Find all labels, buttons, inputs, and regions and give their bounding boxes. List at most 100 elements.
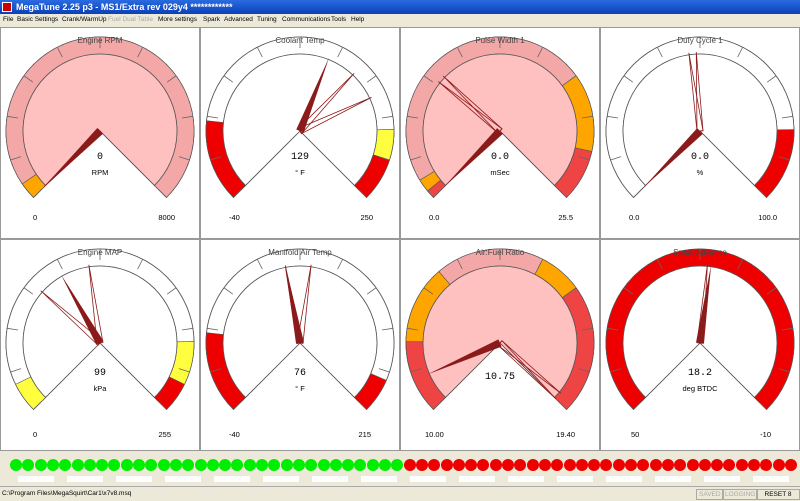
led-red [563, 459, 576, 471]
menu-tuning[interactable]: Tuning [257, 14, 277, 25]
led-red [440, 459, 453, 471]
led-green [292, 459, 305, 471]
led-label-slot [214, 476, 250, 482]
status-bar: C:\Program Files\MegaSquirt\Car1\x7v8.ms… [0, 486, 800, 501]
tune-file-path: C:\Program Files\MegaSquirt\Car1\x7v8.ms… [2, 490, 132, 497]
led-label-slot [361, 476, 397, 482]
app-icon [2, 2, 12, 12]
led-red [588, 459, 601, 471]
led-green [280, 459, 293, 471]
led-green [120, 459, 133, 471]
gauge-dial [205, 248, 395, 411]
led-green [22, 459, 35, 471]
title-bar: MegaTune 2.25 p3 - MS1/Extra rev 029y4 *… [0, 0, 800, 14]
gauge-max-label: 25.5 [558, 213, 573, 222]
gauge-dial [205, 36, 395, 199]
led-label-slot [606, 476, 642, 482]
gauge-dial [5, 248, 195, 411]
led-green [354, 459, 367, 471]
gauge-min-label: 0.0 [429, 213, 440, 222]
led-red [784, 459, 797, 471]
gauge-unit: ° F [295, 384, 305, 393]
led-green [169, 459, 182, 471]
gauge-value: 0 [96, 152, 103, 163]
led-red [502, 459, 514, 471]
gauge-coolant-temp: Coolant Temp 129 ° F -40 250 [200, 27, 400, 239]
led-green [145, 459, 158, 471]
gauge-title: Engine MAP [77, 248, 123, 257]
led-red [723, 459, 736, 471]
menu-tools[interactable]: Tools [331, 14, 346, 25]
gauge-unit: % [696, 168, 704, 177]
gauge-unit: RPM [91, 168, 109, 177]
gauge-max-label: 19.40 [556, 430, 575, 439]
led-red [489, 459, 502, 471]
gauge-title: Spark Advance [673, 248, 727, 257]
led-green [329, 459, 342, 471]
gauge-value: 18.2 [687, 368, 712, 379]
gauge-spark-advance: Spark Advance 18.2 deg BTDC 50 -10 [600, 239, 800, 451]
gauge-value: 10.75 [484, 372, 515, 383]
led-green [231, 459, 244, 471]
led-red [551, 459, 564, 471]
gauge-max-label: 215 [358, 430, 371, 439]
led-red [760, 459, 773, 471]
led-label-slot [704, 476, 740, 482]
gauge-max-label: 250 [360, 213, 373, 222]
menu-fuel-dual-table[interactable]: Fuel Dual Table [108, 14, 153, 25]
gauge-engine-map: Engine MAP 99 kPa 0 255 [0, 239, 200, 451]
led-red [649, 459, 662, 471]
led-green [71, 459, 84, 471]
gauge-duty-cycle-1: Duty Cycle 1 0.0 % 0.0 100.0 [600, 27, 800, 239]
gauge-max-label: 8000 [158, 213, 175, 222]
gauge-pulse-width-1: Pulse Width 1 0.0 mSec 0.0 25.5 [400, 27, 600, 239]
gauge-value: 0.0 [690, 152, 709, 163]
gauge-unit: deg BTDC [682, 384, 718, 393]
gauge-value: 0.0 [490, 152, 509, 163]
led-label-slot [459, 476, 495, 482]
gauge-unit: mSec [490, 168, 510, 177]
gauge-dial [5, 36, 195, 199]
led-green [83, 459, 96, 471]
gauge-title: Pulse Width 1 [475, 36, 525, 45]
led-green [34, 459, 47, 471]
gauge-value: 99 [93, 368, 106, 379]
led-green [133, 459, 145, 471]
led-green [10, 459, 22, 471]
gauge-min-label: 0 [33, 213, 38, 222]
led-label-slot [557, 476, 593, 482]
gauge-min-label: -40 [229, 430, 240, 439]
gauge-min-label: 0.0 [629, 213, 640, 222]
led-green [108, 459, 121, 471]
led-green [206, 459, 219, 471]
menu-more-settings[interactable]: More settings [158, 14, 197, 25]
menu-help[interactable]: Help [351, 14, 364, 25]
led-red [674, 459, 687, 471]
menu-file[interactable]: File [3, 14, 13, 25]
led-label-slot [18, 476, 54, 482]
menu-crank-warmup[interactable]: Crank/WarmUp [62, 14, 107, 25]
led-green [317, 459, 330, 471]
led-label-slot [67, 476, 103, 482]
led-green [46, 459, 59, 471]
menu-spark[interactable]: Spark [203, 14, 220, 25]
gauge-value: 76 [293, 368, 306, 379]
led-red [698, 459, 711, 471]
led-label-slot [263, 476, 299, 482]
menu-communications[interactable]: Communications [282, 14, 330, 25]
led-green [243, 459, 256, 471]
gauge-unit: kPa [93, 384, 107, 393]
gauge-dial [605, 36, 795, 199]
led-green [194, 459, 207, 471]
led-green [256, 459, 268, 471]
led-red [637, 459, 650, 471]
menu-advanced[interactable]: Advanced [224, 14, 253, 25]
led-red [538, 459, 551, 471]
gauge-grid: Engine RPM 0 RPM 0 8000 Coolant Temp 129… [0, 27, 800, 451]
menu-basic-settings[interactable]: Basic Settings [17, 14, 58, 25]
led-red [477, 459, 490, 471]
gauge-air-fuel-ratio: Air:Fuel Ratio 10.75 10.00 19.40 [400, 239, 600, 451]
led-red [711, 459, 724, 471]
led-green [157, 459, 170, 471]
gauge-max-label: 255 [158, 430, 171, 439]
